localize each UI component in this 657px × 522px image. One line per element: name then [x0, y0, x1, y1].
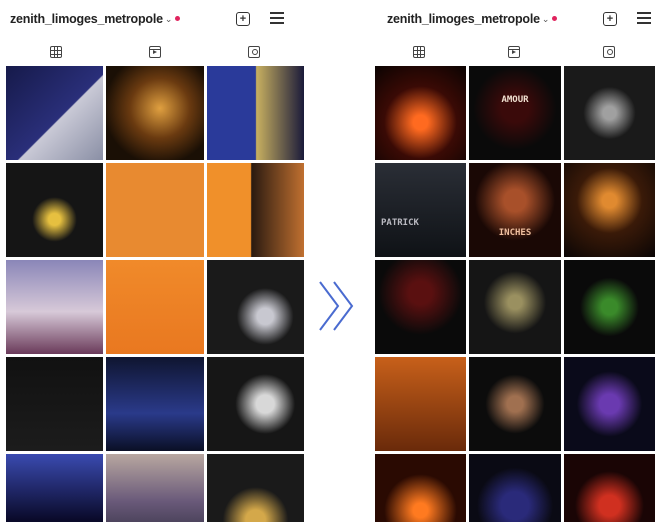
reels-tab-icon[interactable] — [148, 46, 161, 58]
post-tile[interactable] — [563, 260, 655, 354]
post-tile[interactable] — [206, 260, 304, 354]
post-tile[interactable] — [206, 163, 304, 257]
post-tile[interactable] — [375, 66, 467, 160]
double-chevron-right-icon — [319, 281, 354, 331]
username[interactable]: zenith_limoges_metropole — [387, 12, 540, 26]
notification-dot-icon — [175, 16, 181, 21]
grid-tab-icon[interactable] — [412, 46, 425, 58]
chevron-down-icon[interactable]: ⌄ — [542, 14, 550, 25]
reels-tab-icon[interactable] — [507, 46, 520, 58]
post-tile[interactable] — [563, 66, 655, 160]
post-tile[interactable] — [563, 357, 655, 451]
grid-tab-icon[interactable] — [49, 46, 62, 58]
menu-icon[interactable] — [270, 12, 284, 24]
post-tile[interactable] — [6, 357, 104, 451]
post-tile[interactable] — [206, 66, 304, 160]
post-caption: AMOUR — [501, 95, 529, 105]
post-tile[interactable] — [6, 260, 104, 354]
username[interactable]: zenith_limoges_metropole — [10, 12, 163, 26]
add-post-icon[interactable]: + — [603, 12, 617, 26]
post-tile[interactable] — [375, 454, 467, 522]
post-tile[interactable] — [106, 454, 204, 522]
post-tile[interactable] — [375, 357, 467, 451]
post-tile[interactable] — [106, 66, 204, 160]
post-tile[interactable] — [206, 357, 304, 451]
post-tile[interactable] — [6, 163, 104, 257]
post-grid — [6, 66, 304, 522]
profile-after: zenith_limoges_metropole ⌄ + AMOUR PATRI… — [371, 0, 657, 522]
post-tile[interactable] — [6, 66, 104, 160]
post-tile[interactable] — [106, 357, 204, 451]
post-tile[interactable] — [469, 260, 561, 354]
post-grid: AMOUR PATRICK INCHES — [375, 66, 655, 522]
chevron-down-icon[interactable]: ⌄ — [165, 14, 173, 25]
profile-header: zenith_limoges_metropole ⌄ + — [371, 0, 657, 38]
post-tile[interactable] — [563, 163, 655, 257]
menu-icon[interactable] — [637, 12, 651, 24]
post-tile[interactable]: AMOUR — [469, 66, 561, 160]
post-tile[interactable] — [6, 454, 104, 522]
tagged-tab-icon[interactable] — [603, 46, 616, 58]
post-tile[interactable] — [469, 454, 561, 522]
post-tile[interactable] — [375, 260, 467, 354]
post-tile[interactable] — [106, 163, 204, 257]
profile-header: zenith_limoges_metropole ⌄ + — [6, 0, 304, 38]
post-caption: INCHES — [498, 228, 532, 238]
profile-tabs — [371, 38, 657, 66]
add-post-icon[interactable]: + — [236, 12, 250, 26]
post-tile[interactable] — [469, 357, 561, 451]
post-tile[interactable] — [563, 454, 655, 522]
tagged-tab-icon[interactable] — [248, 46, 261, 58]
post-tile[interactable]: INCHES — [469, 163, 561, 257]
post-tile[interactable] — [206, 454, 304, 522]
profile-before: zenith_limoges_metropole ⌄ + — [6, 0, 304, 522]
post-caption: PATRICK — [381, 218, 419, 228]
profile-tabs — [6, 38, 304, 66]
post-tile[interactable] — [106, 260, 204, 354]
notification-dot-icon — [552, 16, 558, 21]
post-tile[interactable]: PATRICK — [375, 163, 467, 257]
